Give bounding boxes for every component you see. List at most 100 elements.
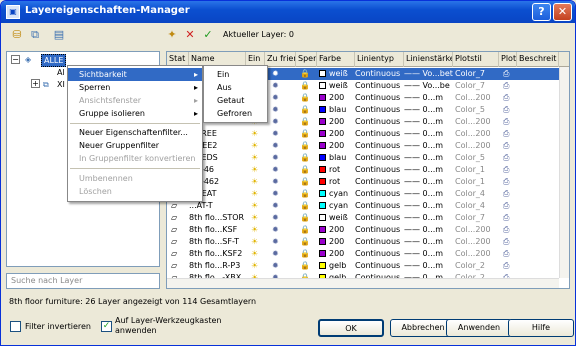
submenu-item-thawed[interactable]: Getaut <box>204 94 267 107</box>
freeze-icon[interactable]: ✹ <box>272 128 286 140</box>
tree-node-child[interactable]: Al <box>57 67 65 78</box>
freeze-icon[interactable]: ✹ <box>272 68 286 80</box>
table-row[interactable]: ▱...PEDS☀✹🔒Continuous—— 0...mColor_5⎙bla… <box>167 152 559 164</box>
lock-icon[interactable]: 🔒 <box>300 68 312 80</box>
printer-icon[interactable]: ⎙ <box>503 152 515 164</box>
bulb-icon[interactable]: ☀ <box>251 212 263 224</box>
printer-icon[interactable]: ⎙ <box>503 260 515 272</box>
cell-color[interactable]: 200 <box>319 248 355 260</box>
menu-item-visibility[interactable]: Sichtbarkeit ▸ <box>68 68 202 81</box>
freeze-icon[interactable]: ✹ <box>272 200 286 212</box>
freeze-icon[interactable]: ✹ <box>272 164 286 176</box>
table-row[interactable]: ▱...FREE☀✹🔒Continuous—— 0...mCol...200⎙2… <box>167 128 559 140</box>
tree-node-xref[interactable]: XI <box>57 79 65 90</box>
printer-icon[interactable]: ⎙ <box>503 116 515 128</box>
cell-color[interactable]: blau <box>319 104 355 116</box>
bulb-icon[interactable]: ☀ <box>251 188 263 200</box>
menu-item-new-property-filter[interactable]: Neuer Eigenschaftenfilter... <box>68 126 202 139</box>
menu-item-lock[interactable]: Sperren ▸ <box>68 81 202 94</box>
cell-color[interactable]: rot <box>319 164 355 176</box>
printer-icon[interactable]: ⎙ <box>503 236 515 248</box>
freeze-icon[interactable]: ✹ <box>272 248 286 260</box>
ok-button[interactable]: OK <box>318 319 384 337</box>
printer-icon[interactable]: ⎙ <box>503 188 515 200</box>
printer-icon[interactable]: ⎙ <box>503 212 515 224</box>
layer-status-icon[interactable]: ▱ <box>171 248 185 260</box>
table-row[interactable]: ▱ 8th flo...R-P3 ☀ ✹ 🔒 Continuous —— 0...m Colo… <box>167 260 559 272</box>
bulb-icon[interactable]: ☀ <box>251 140 263 152</box>
cell-color[interactable]: 200 <box>319 236 355 248</box>
bulb-icon[interactable]: ☀ <box>251 164 263 176</box>
freeze-icon[interactable]: ✹ <box>272 260 286 272</box>
col-lineweight[interactable]: Linienstärke <box>404 52 453 67</box>
printer-icon[interactable]: ⎙ <box>503 80 515 92</box>
printer-icon[interactable]: ⎙ <box>503 164 515 176</box>
freeze-icon[interactable]: ✹ <box>272 236 286 248</box>
printer-icon[interactable]: ⎙ <box>503 140 515 152</box>
cell-color[interactable]: weiß <box>319 80 355 92</box>
freeze-icon[interactable]: ✹ <box>272 152 286 164</box>
layer-status-icon[interactable]: ▱ <box>171 260 185 272</box>
horizontal-scrollbar[interactable] <box>167 278 559 288</box>
cell-color[interactable]: 200 <box>319 224 355 236</box>
bulb-icon[interactable]: ☀ <box>251 260 263 272</box>
table-row[interactable]: ▱ 8th flo...SF-T ☀ ✹ 🔒 Continuous —— 0...m Col.… <box>167 236 559 248</box>
printer-icon[interactable]: ⎙ <box>503 248 515 260</box>
table-row[interactable]: ▱ ...AT-T ☀ ✹ 🔒 Continuous —— 0...m Color_4 ⎙ cya… <box>167 200 559 212</box>
printer-icon[interactable]: ⎙ <box>503 128 515 140</box>
layer-states-icon[interactable]: ▤ <box>51 28 67 42</box>
bulb-icon[interactable]: ☀ <box>251 224 263 236</box>
freeze-icon[interactable]: ✹ <box>272 188 286 200</box>
invert-filter-checkbox[interactable] <box>10 321 21 332</box>
col-color[interactable]: Farbe <box>317 52 355 67</box>
lock-icon[interactable]: 🔒 <box>300 80 312 92</box>
printer-icon[interactable]: ⎙ <box>503 68 515 80</box>
table-row[interactable]: ▱ 8th flo...STOR ☀ ✹ 🔒 Continuous —— 0...m Colo… <box>167 212 559 224</box>
col-plotstyle[interactable]: Plotstil <box>453 52 499 67</box>
title-bar[interactable]: ▣ Layereigenschaften-Manager ? ✕ <box>1 1 575 23</box>
col-linetype[interactable]: Linientyp <box>355 52 404 67</box>
lock-icon[interactable]: 🔒 <box>300 248 312 260</box>
apply-toolbar-checkbox[interactable]: ✓ <box>101 321 112 332</box>
tree-node-all[interactable]: ALLE <box>41 54 67 67</box>
bulb-icon[interactable]: ☀ <box>251 248 263 260</box>
menu-item-new-group-filter[interactable]: Neuer Gruppenfilter <box>68 139 202 152</box>
submenu-item-frozen[interactable]: Gefroren <box>204 107 267 120</box>
lock-icon[interactable]: 🔒 <box>300 140 312 152</box>
table-row[interactable]: ▱ 8th flo...KSF ☀ ✹ 🔒 Continuous —— 0...m Col..… <box>167 224 559 236</box>
cell-color[interactable]: 200 <box>319 116 355 128</box>
lock-icon[interactable]: 🔒 <box>300 116 312 128</box>
lock-icon[interactable]: 🔒 <box>300 92 312 104</box>
layer-status-icon[interactable]: ▱ <box>171 236 185 248</box>
cell-color[interactable]: weiß <box>319 212 355 224</box>
cell-color[interactable]: rot <box>319 176 355 188</box>
table-row[interactable]: ▱...REE2☀✹🔒Continuous—— 0...mCol...200⎙2… <box>167 140 559 152</box>
table-row[interactable]: ▱...L-46☀✹🔒Continuous—— 0...mColor_1⎙rot <box>167 164 559 176</box>
lock-icon[interactable]: 🔒 <box>300 212 312 224</box>
col-description[interactable]: Beschreit <box>517 52 559 67</box>
help-button[interactable]: Hilfe <box>508 319 574 337</box>
cell-color[interactable]: 200 <box>319 140 355 152</box>
bulb-icon[interactable]: ☀ <box>251 128 263 140</box>
tree-expander-icon[interactable]: + <box>31 79 40 88</box>
freeze-icon[interactable]: ✹ <box>272 140 286 152</box>
lock-icon[interactable]: 🔒 <box>300 152 312 164</box>
layer-search-input[interactable]: Suche nach Layer <box>6 273 160 289</box>
lock-icon[interactable]: 🔒 <box>300 260 312 272</box>
freeze-icon[interactable]: ✹ <box>272 176 286 188</box>
printer-icon[interactable]: ⎙ <box>503 104 515 116</box>
lock-icon[interactable]: 🔒 <box>300 224 312 236</box>
col-lock[interactable]: Sper <box>296 52 317 67</box>
printer-icon[interactable]: ⎙ <box>503 200 515 212</box>
table-row[interactable]: ▱...L-462☀✹🔒Continuous—— 0...mColor_1⎙ro… <box>167 176 559 188</box>
lock-icon[interactable]: 🔒 <box>300 188 312 200</box>
table-row[interactable]: ▱ 8th flo...KSF2 ☀ ✹ 🔒 Continuous —— 0...m Col.… <box>167 248 559 260</box>
freeze-icon[interactable]: ✹ <box>272 116 286 128</box>
cell-color[interactable]: cyan <box>319 200 355 212</box>
cell-color[interactable]: weiß <box>319 68 355 80</box>
bulb-icon[interactable]: ☀ <box>251 200 263 212</box>
layer-status-icon[interactable]: ▱ <box>171 224 185 236</box>
lock-icon[interactable]: 🔒 <box>300 164 312 176</box>
lock-icon[interactable]: 🔒 <box>300 128 312 140</box>
freeze-icon[interactable]: ✹ <box>272 224 286 236</box>
